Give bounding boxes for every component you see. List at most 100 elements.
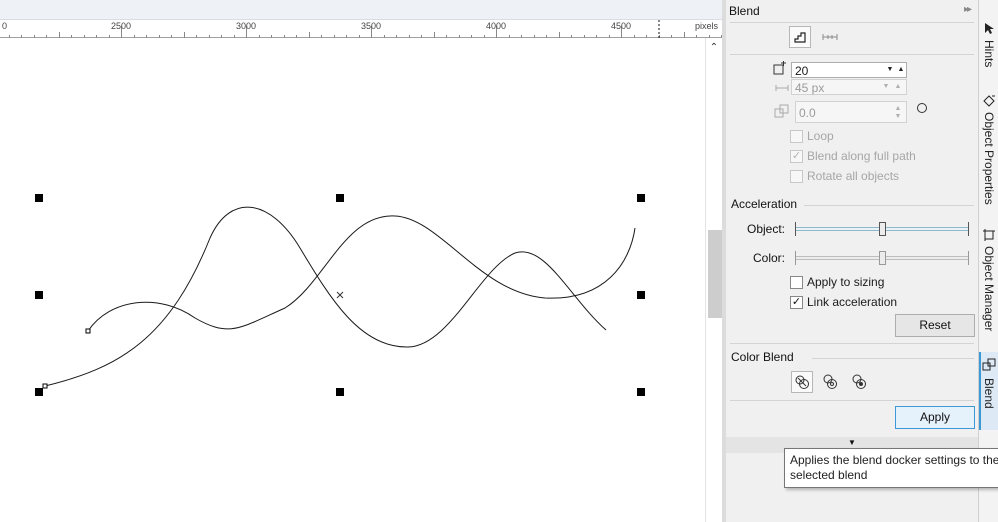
canvas-drawing <box>35 194 645 396</box>
docker-title: Blend <box>729 4 760 18</box>
steps-mode-button[interactable] <box>789 26 811 48</box>
collapse-arrow-icon[interactable]: ▼ <box>848 438 856 447</box>
handle-top-left <box>35 194 43 202</box>
ruler-label-3500: 3500 <box>361 21 382 31</box>
spacing-up-icon[interactable]: ▲ <box>892 80 904 94</box>
handle-middle-left <box>35 291 43 299</box>
acceleration-divider <box>804 205 974 206</box>
rotation-value: 0.0 <box>799 106 816 120</box>
tab-hints[interactable]: Hints <box>979 22 998 78</box>
title-divider <box>730 22 974 23</box>
rotate-all-checkbox-box[interactable] <box>790 170 803 183</box>
docker-tab-strip: Hints Object Properties Object Manager B… <box>978 0 998 522</box>
docker-expand-icon[interactable]: ▸▸ <box>964 4 972 15</box>
horizontal-ruler[interactable]: 0 2500 3000 3500 4000 4500 pixels <box>0 20 722 38</box>
rotation-icon <box>773 103 793 121</box>
scroll-thumb[interactable] <box>708 230 722 318</box>
object-properties-icon <box>983 95 995 107</box>
object-slider-min <box>795 222 796 236</box>
steps-count-icon <box>772 61 788 77</box>
clockwise-blend-button[interactable] <box>820 372 842 394</box>
rotation-down-icon[interactable]: ▼ <box>892 110 904 124</box>
rotation-toggle-icon[interactable] <box>917 103 927 113</box>
link-acceleration-label: Link acceleration <box>807 295 898 309</box>
steps-icon <box>794 32 806 43</box>
blend-curve-lower[interactable] <box>44 206 607 387</box>
apply-divider <box>730 400 974 401</box>
object-slider-max <box>968 222 969 236</box>
ruler-label-3000: 3000 <box>236 21 257 31</box>
blend-docker: Blend ▸▸ 20 ▼ ▲ 45 px ▼ ▲ 0.0 ▲ ▼ Loop ✓… <box>726 0 978 522</box>
ruler-label-4000: 4000 <box>486 21 507 31</box>
steps-input[interactable]: 20 <box>791 62 885 78</box>
blend-curve-upper[interactable] <box>87 215 636 332</box>
spacing-input[interactable]: 45 px ▼ ▲ <box>791 79 907 95</box>
color-slider-max <box>968 251 969 265</box>
center-x-marker <box>336 291 344 299</box>
vertical-scrollbar[interactable]: ⌃ <box>705 38 722 522</box>
spacing-dropdown-icon[interactable]: ▼ <box>880 80 892 94</box>
ruler-units: pixels <box>694 21 718 31</box>
handle-top-right <box>637 194 645 202</box>
reset-button[interactable]: Reset <box>895 314 975 337</box>
clockwise-blend-icon <box>823 374 837 389</box>
direct-blend-icon <box>795 375 809 389</box>
tab-blend[interactable]: Blend <box>979 352 998 430</box>
tab-object-manager-label: Object Manager <box>982 246 996 332</box>
drawing-canvas[interactable] <box>0 38 705 522</box>
direct-blend-button[interactable] <box>791 371 813 393</box>
steps-dropdown[interactable]: ▼ ▲ <box>884 62 907 78</box>
rotate-all-checkbox[interactable]: Rotate all objects <box>790 169 950 185</box>
acceleration-heading: Acceleration <box>731 197 798 211</box>
tab-object-properties[interactable]: Object Properties <box>979 94 998 212</box>
handle-bottom-center <box>336 388 344 396</box>
tab-object-manager[interactable]: Object Manager <box>979 228 998 340</box>
link-acceleration-check[interactable]: ✓ <box>790 296 803 309</box>
apply-button[interactable]: Apply <box>895 406 975 429</box>
color-acceleration-label: Color: <box>753 251 786 265</box>
apply-to-sizing-checkbox[interactable]: Apply to sizing <box>790 275 930 291</box>
toolbar-strip <box>0 0 722 20</box>
spacing-value-icon <box>774 81 790 95</box>
blend-along-path-label: Blend along full path <box>807 149 916 163</box>
handle-middle-right <box>637 291 645 299</box>
color-acceleration-slider[interactable] <box>795 251 969 265</box>
object-slider-thumb[interactable] <box>879 222 886 236</box>
apply-to-sizing-label: Apply to sizing <box>807 275 885 289</box>
object-manager-icon <box>983 229 995 241</box>
curve-start-node-lower[interactable] <box>42 383 48 389</box>
apply-tooltip: Applies the blend docker settings to the… <box>784 448 998 488</box>
blend-along-path-checkbox[interactable]: ✓ Blend along full path <box>790 149 960 165</box>
handle-top-center <box>336 194 344 202</box>
tab-object-properties-label: Object Properties <box>982 112 996 205</box>
scroll-up-icon[interactable]: ⌃ <box>708 42 720 54</box>
steps-value: 20 <box>795 64 809 78</box>
fixed-spacing-mode-button[interactable] <box>820 27 842 49</box>
color-blend-divider <box>812 358 974 359</box>
color-slider-thumb[interactable] <box>879 251 886 265</box>
docker-title-bar: Blend ▸▸ <box>726 0 978 22</box>
reset-divider <box>730 343 974 344</box>
color-slider-min <box>795 251 796 265</box>
tab-blend-label: Blend <box>982 378 996 409</box>
loop-checkbox-box[interactable] <box>790 130 803 143</box>
counterclockwise-blend-icon <box>852 374 866 389</box>
loop-checkbox[interactable]: Loop <box>790 129 950 145</box>
handle-bottom-right <box>637 388 645 396</box>
mode-divider <box>730 54 974 55</box>
object-acceleration-slider[interactable] <box>795 222 969 236</box>
counterclockwise-blend-button[interactable] <box>849 372 871 394</box>
curve-start-node[interactable] <box>85 328 91 334</box>
spacing-value: 45 px <box>795 81 825 95</box>
apply-to-sizing-checkbox-box[interactable] <box>790 276 803 289</box>
ruler-label-4500: 4500 <box>611 21 632 31</box>
hints-icon <box>985 23 994 34</box>
blend-along-path-check[interactable]: ✓ <box>790 150 803 163</box>
link-acceleration-checkbox[interactable]: ✓ Link acceleration <box>790 295 940 311</box>
blend-tab-icon <box>982 358 996 371</box>
ruler-label-2500: 2500 <box>111 21 132 31</box>
rotation-input[interactable]: 0.0 ▲ ▼ <box>795 101 907 123</box>
ruler-label-0: 0 <box>2 21 8 31</box>
object-acceleration-label: Object: <box>747 222 786 236</box>
steps-up-icon[interactable]: ▲ <box>895 63 907 77</box>
